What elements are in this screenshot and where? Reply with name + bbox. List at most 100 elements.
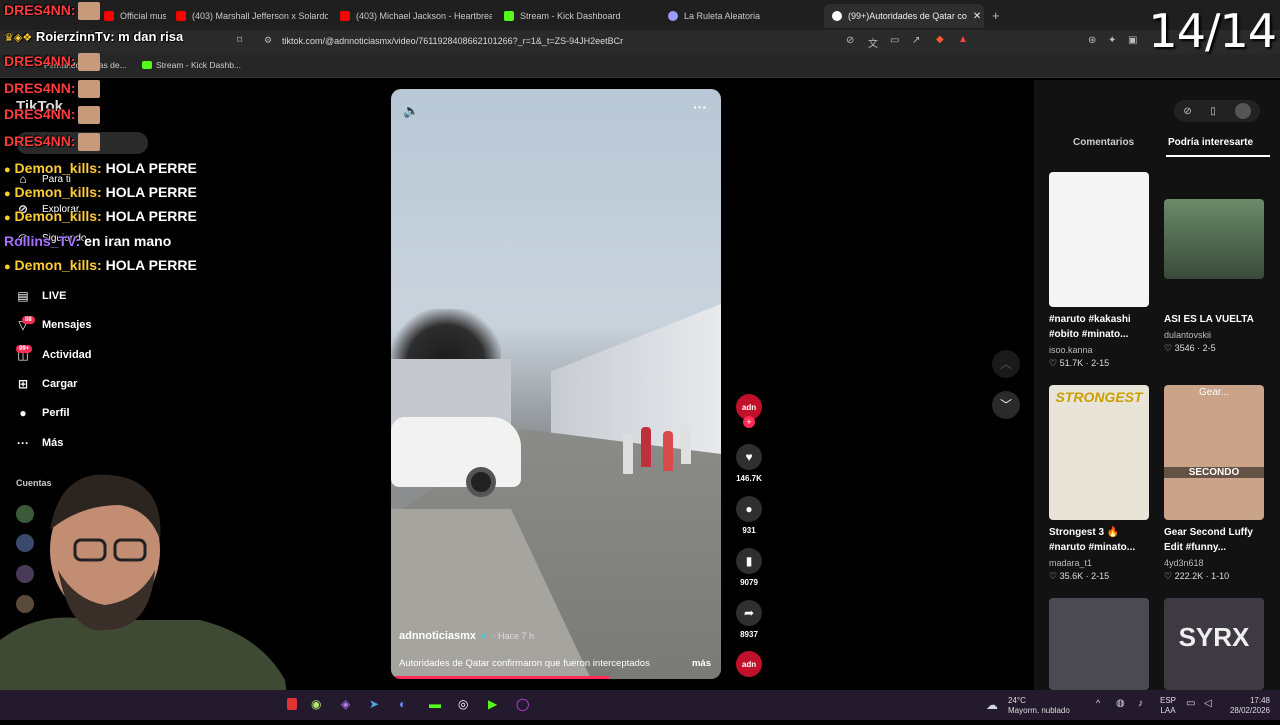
video-card-thumbnail[interactable] — [1164, 199, 1264, 279]
like-count: 146.7K — [736, 474, 762, 483]
streamer-webcam-image — [0, 474, 290, 720]
browser-tab[interactable]: (403) Marshall Jefferson x Solardo - M — [168, 4, 328, 28]
site-info-icon[interactable]: ⚙ — [264, 35, 272, 46]
rewards-icon[interactable]: ▲ — [958, 34, 968, 45]
discord-icon[interactable]: ◐ — [399, 697, 406, 711]
obs-icon[interactable]: ◎ — [458, 697, 468, 711]
browser-tab[interactable]: Official music vi — [96, 4, 166, 28]
next-video-button[interactable]: ﹀ — [992, 391, 1020, 419]
profile-icon: ● — [19, 406, 27, 420]
mic-icon[interactable]: ♪ — [1138, 698, 1143, 709]
extension-icon[interactable]: ⊛ — [1088, 35, 1096, 46]
card-title[interactable]: #naruto #kakashi #obito #minato... — [1049, 312, 1149, 342]
volume-icon[interactable]: ◁ — [1204, 698, 1212, 709]
share-count: 8937 — [740, 630, 758, 639]
volume-icon[interactable]: 🔈 — [403, 103, 419, 119]
sidebar-item-live[interactable]: ▤ LIVE — [16, 289, 66, 303]
video-player[interactable]: 🔈 ··· adnnoticiasmx ✔ · Hace 7 h Autorid… — [391, 89, 721, 679]
sidebar-item-mas[interactable]: ··· Más — [16, 436, 63, 450]
terminal-icon[interactable]: ▬ — [429, 697, 441, 711]
app-icon[interactable] — [287, 698, 297, 710]
chevron-down-icon: ﹀ — [999, 398, 1012, 412]
bookmarks-bar: Fernando ... ojas de... Stream - Kick Da… — [0, 54, 1280, 78]
video-card-thumbnail[interactable] — [1049, 172, 1149, 307]
language-icon[interactable]: 文 — [868, 35, 878, 50]
badge-icon: ● — [4, 164, 11, 176]
bookmark-icon[interactable]: ⌑ — [237, 35, 242, 46]
share-button[interactable]: ➦ 8937 — [736, 600, 762, 639]
sidebar-item-cargar[interactable]: ⊞ Cargar — [16, 377, 78, 391]
puzzle-icon[interactable]: ✦ — [1108, 35, 1116, 46]
browser-tab[interactable]: La Ruleta Aleatoria — [660, 4, 820, 28]
video-card-thumbnail[interactable]: STRONGEST — [1049, 385, 1149, 520]
weather-widget[interactable]: 24°C Mayorm. nublado — [1008, 696, 1070, 716]
video-card-thumbnail[interactable]: Gear... SECONDO — [1164, 385, 1264, 520]
card-author[interactable]: isoo.kanna — [1049, 345, 1093, 355]
video-scene — [466, 467, 496, 497]
card-author[interactable]: madara_t1 — [1049, 558, 1092, 568]
steam-icon[interactable]: ➤ — [369, 697, 379, 711]
card-stats: ♡ 51.7K · 2-15 — [1049, 358, 1110, 368]
live-icon: ▤ — [17, 289, 29, 303]
emote-icon — [77, 133, 100, 152]
video-author[interactable]: adnnoticiasmx — [399, 630, 476, 642]
taskbar: ◉ ◈ ➤ ◐ ▬ ◎ ▶ ◯ ☁ 24°C Mayorm. nublado ^… — [0, 690, 1280, 720]
video-scene — [391, 417, 521, 487]
bookmark-item[interactable]: Stream - Kick Dashb... — [142, 60, 241, 70]
address-bar: ⌑ ⚙ tiktok.com/@adnnoticiasmx/video/7611… — [0, 30, 1280, 54]
clock[interactable]: 17:48 28/02/2026 — [1226, 696, 1270, 716]
chrome-icon[interactable]: ◉ — [311, 697, 321, 711]
save-button[interactable]: ▮ 9079 — [736, 548, 762, 587]
video-progress-bar[interactable] — [391, 676, 609, 679]
tag-icon[interactable]: ⊘ — [1183, 106, 1191, 117]
sidebar-item-perfil[interactable]: ● Perfil — [16, 406, 69, 420]
cloud-icon: ☁ — [986, 698, 998, 712]
chat-message: DRES4NN: — [4, 106, 100, 125]
bookmark-icon: ▮ — [736, 548, 762, 574]
cast-icon[interactable]: ▭ — [890, 35, 899, 46]
sound-button[interactable]: adn — [736, 651, 762, 677]
network-icon[interactable]: ▭ — [1186, 698, 1195, 709]
browser-tab[interactable]: Stream - Kick Dashboard — [496, 4, 656, 28]
card-title[interactable]: Strongest 3 🔥 #naruto #minato... — [1049, 525, 1149, 555]
translate-icon[interactable]: ⊘ — [846, 35, 854, 46]
app-icon[interactable]: ◯ — [516, 697, 529, 711]
wallet-icon[interactable]: ▣ — [1128, 35, 1137, 46]
url-field[interactable]: tiktok.com/@adnnoticiasmx/video/76119284… — [282, 36, 623, 46]
kick-icon[interactable]: ▶ — [488, 697, 497, 711]
like-button[interactable]: ♥ 146.7K — [736, 444, 762, 483]
close-tab-icon[interactable]: ✕ — [973, 11, 981, 22]
new-tab-icon[interactable]: + — [992, 8, 1000, 23]
tab-comentarios[interactable]: Comentarios — [1073, 137, 1134, 148]
tab-podria-interesarte[interactable]: Podría interesarte — [1168, 137, 1253, 148]
more-options-icon[interactable]: ··· — [693, 99, 707, 115]
chevron-up-icon[interactable]: ^ — [1096, 698, 1100, 708]
comment-count: 931 — [742, 526, 756, 535]
card-author[interactable]: dulantovskii — [1164, 330, 1211, 340]
share-icon[interactable]: ↗ — [912, 35, 920, 46]
card-title[interactable]: ASI ES LA VUELTA — [1164, 312, 1264, 327]
chat-message: DRES4NN: — [4, 80, 100, 99]
video-card-thumbnail[interactable]: SYRX — [1164, 598, 1264, 690]
brave-shield-icon[interactable]: ◆ — [936, 34, 944, 45]
previous-video-button[interactable]: ︿ — [992, 350, 1020, 378]
device-icon[interactable]: ▯ — [1210, 106, 1216, 117]
video-card-thumbnail[interactable] — [1049, 598, 1149, 690]
card-title[interactable]: Gear Second Luffy Edit #funny... — [1164, 525, 1264, 555]
app-icon[interactable]: ◈ — [341, 697, 350, 711]
browser-tab-active[interactable]: (99+)Autoridades de Qatar co ✕ — [824, 4, 984, 28]
tray-icon[interactable]: ◍ — [1116, 698, 1125, 709]
badge-icon: ● — [4, 261, 11, 273]
card-author[interactable]: 4yd3n618 — [1164, 558, 1204, 568]
card-stats: ♡ 222.2K · 1-10 — [1164, 571, 1230, 581]
kick-icon — [504, 11, 514, 21]
avatar[interactable] — [1234, 103, 1251, 119]
more-link[interactable]: más — [692, 658, 711, 669]
browser-tab[interactable]: (403) Michael Jackson - Heartbreak H — [332, 4, 492, 28]
language-indicator[interactable]: ESP LAA — [1160, 696, 1176, 716]
music-disc-icon: adn — [736, 651, 762, 677]
comment-button[interactable]: ● 931 — [736, 496, 762, 535]
follow-plus-icon[interactable]: + — [743, 416, 755, 428]
comment-icon: ● — [736, 496, 762, 522]
creator-avatar[interactable]: adn + — [736, 394, 762, 428]
